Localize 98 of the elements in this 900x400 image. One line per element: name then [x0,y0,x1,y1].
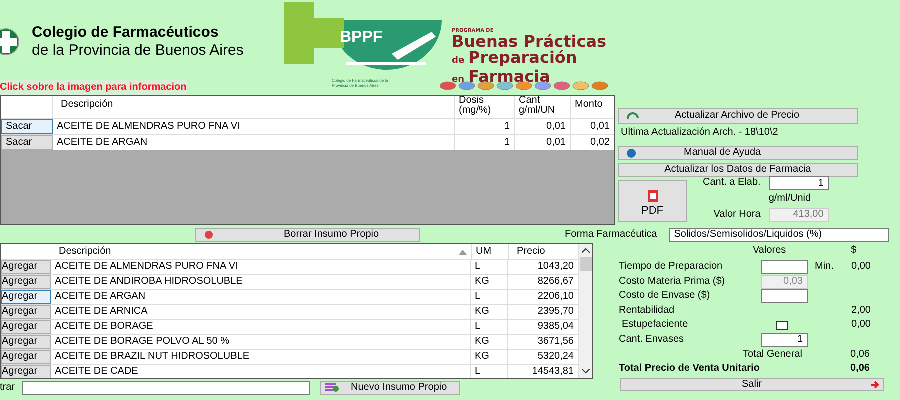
remove-button[interactable]: Sacar [1,135,53,150]
calc-input-field[interactable] [761,289,808,304]
table-cell: ACEITE DE BORAGE POLVO AL 50 % [51,335,471,349]
table-cell: ACEITE DE CADE [51,365,471,378]
delete-own-ingredient-button[interactable]: Borrar Insumo Propio [195,228,420,242]
table-cell: KG [471,335,508,349]
scroll-up-icon[interactable] [582,248,590,253]
sort-ascending-icon [459,250,467,255]
calc-label: Rentabilidad [619,306,676,316]
table-cell: ACEITE DE ARGAN [51,290,471,304]
table-cell: 0,01 [515,135,571,150]
table-cell: 1 [455,135,515,150]
scrollbar[interactable] [578,244,592,378]
column-header: Descripción [58,245,112,259]
refresh-icon [627,112,639,120]
add-button[interactable]: Agregar [1,260,51,274]
table-cell-text: 1043,20 [536,260,575,274]
calc-label: Estupefaciente [621,320,690,330]
exit-icon [871,381,881,389]
table-cell: KG [471,305,508,319]
dosage-form-select[interactable]: Solidos/Semisolidos/Liquidos (%) [669,228,890,242]
list-add-icon [325,383,339,392]
cross-logo-icon [0,28,20,56]
add-button[interactable]: Agregar [1,335,51,349]
table-cell: L [471,290,508,304]
table-cell-text: 2395,70 [536,305,575,319]
quantity-field[interactable]: 1 [768,176,829,190]
values-header: Valores [753,246,786,258]
pdf-file-icon [648,190,658,202]
unit-price-label: Total Precio de Venta Unitario [619,364,761,374]
currency-header: $ [851,246,857,258]
total-amount: 0,06 [850,350,870,360]
pdf-button[interactable]: PDF [618,180,687,222]
program-preposition: en [452,74,465,87]
add-button[interactable]: Agregar [1,320,51,334]
add-button[interactable]: Agregar [1,290,51,304]
checkbox[interactable] [776,320,788,330]
table-cell-text: 14543,81 [531,365,575,378]
exit-button[interactable]: Salir [620,378,884,391]
table-cell-text: 2206,10 [536,290,575,304]
program-preposition: de [452,55,465,68]
filter-label: trar [0,381,15,395]
help-icon [627,148,636,158]
total-label: Total General [743,350,804,360]
table-cell: L [471,260,508,274]
org-province: de la Provincia de Buenos Aires [32,42,244,60]
add-button[interactable]: Agregar [1,365,51,378]
table-cell: KG [471,275,508,289]
table-cell: L [471,365,508,378]
update-pharmacy-button[interactable]: Actualizar los Datos de Farmacia [618,163,858,177]
help-button[interactable]: Manual de Ayuda [618,146,858,160]
calc-amount: 0,00 [850,320,871,330]
add-button[interactable]: Agregar [1,305,51,319]
org-name: Colegio de Farmacéuticos [32,24,220,42]
unit-price-amount: 0,06 [850,364,870,374]
table-cell: L [471,320,508,334]
quantity-label: Cant. a Elab. [703,178,761,188]
update-prices-button[interactable]: Actualizar Archivo de Precio [618,108,858,124]
new-ingredient-button[interactable]: Nuevo Insumo Propio [320,380,460,394]
table-cell: ACEITE DE ARNICA [51,305,471,319]
calc-label: Costo de Envase ($) [619,291,712,302]
scroll-down-icon[interactable] [582,369,590,374]
table-cell-text: 3671,56 [536,335,575,349]
table-cell: ACEITE DE BORAGE [51,320,471,334]
calc-label: Costo Materia Prima ($) [619,276,726,287]
calc-input-field[interactable] [761,260,808,274]
calc-unit: Min. [814,262,835,272]
table-cell-text: 9385,04 [536,320,575,334]
calc-label: Tiempo de Preparacion [619,262,724,272]
add-button[interactable]: Agregar [1,350,51,364]
table-cell: ACEITE DE ALMENDRAS PURO FNA VI [51,260,471,274]
table-cell-text: 0,02 [590,136,611,150]
last-update-text: Ultima Actualización Arch. - 18\10\2 [621,128,780,138]
table-cell-text: 5320,24 [536,350,575,364]
add-button[interactable]: Agregar [1,275,51,289]
dosage-form-label: Forma Farmacéutica [565,228,658,242]
table-cell: ACEITE DE BRAZIL NUT HIDROSOLUBLE [51,350,471,364]
delete-icon [204,230,214,239]
hour-rate-field[interactable]: 413,00 [768,208,829,222]
column-header: Monto [574,98,604,112]
remove-button[interactable]: Sacar [1,119,53,134]
table-cell-text: 8266,67 [536,275,575,289]
hour-rate-label: Valor Hora [712,210,761,220]
calc-amount: 0,00 [850,262,871,272]
calc-amount: 2,00 [850,306,871,316]
table-cell-text: 0,01 [590,120,611,134]
quantity-unit: g/ml/Unid [768,194,812,204]
calc-label: Cant. Envases [619,334,686,345]
program-title: Preparación [468,50,578,66]
filter-field[interactable] [22,380,310,394]
table-cell: ACEITE DE ANDIROBA HIDROSOLUBLE [51,275,471,289]
program-title: Buenas Prácticas [452,34,607,50]
table-cell: ACEITE DE ARGAN [53,135,455,150]
column-header: UM [471,244,508,259]
program-title: Farmacia [468,69,550,85]
program-acronym: BPPF [340,28,383,48]
calc-input-field[interactable]: 1 [761,332,808,347]
table-cell: KG [471,350,508,364]
